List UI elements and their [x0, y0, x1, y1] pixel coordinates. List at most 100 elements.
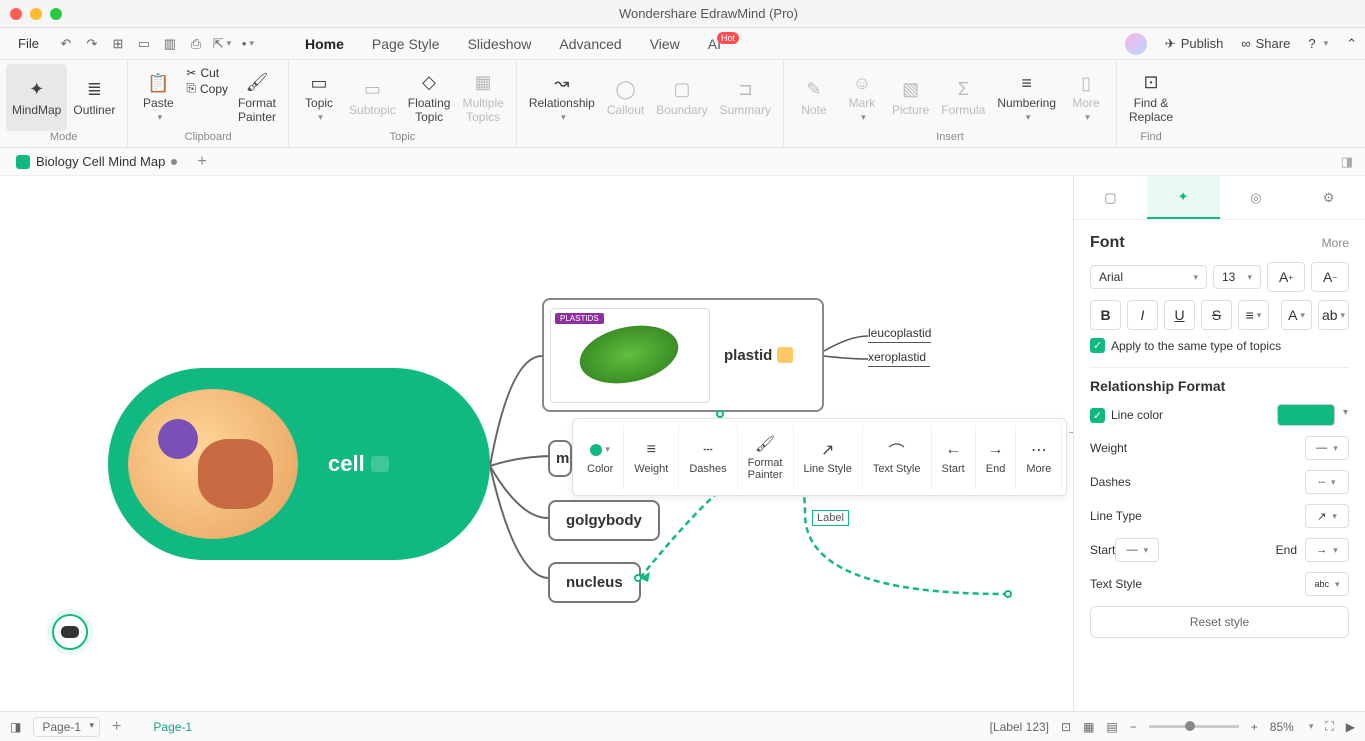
note-button[interactable]: ✎Note — [790, 64, 838, 131]
boundary-button[interactable]: ▢Boundary — [650, 64, 713, 131]
formula-button[interactable]: ΣFormula — [935, 64, 991, 131]
fit-width-icon[interactable]: ⊡ — [1061, 720, 1071, 734]
rp-tab-settings[interactable]: ⚙ — [1292, 176, 1365, 219]
collapse-ribbon-button[interactable]: ⌃ — [1346, 36, 1357, 52]
zoom-slider[interactable] — [1149, 725, 1239, 728]
node-m[interactable]: m — [548, 440, 572, 477]
ft-format-painter[interactable]: 🖌Format Painter — [738, 425, 794, 489]
avatar-icon[interactable] — [1125, 33, 1147, 55]
save-button[interactable]: ▥ — [161, 35, 179, 53]
tab-home[interactable]: Home — [291, 30, 358, 58]
document-tab[interactable]: Biology Cell Mind Map — [6, 151, 187, 172]
italic-button[interactable]: I — [1127, 300, 1158, 330]
ai-assistant-button[interactable] — [52, 614, 88, 650]
paste-button[interactable]: 📋Paste▾ — [134, 64, 182, 131]
share-button[interactable]: ∞Share — [1241, 36, 1290, 51]
ft-dashes[interactable]: ┄Dashes — [679, 425, 737, 489]
fit-page-icon[interactable]: ▦ — [1083, 720, 1094, 734]
strikethrough-button[interactable]: S — [1201, 300, 1232, 330]
linetype-select[interactable]: ↗▾ — [1305, 504, 1349, 528]
fit-all-icon[interactable]: ▤ — [1106, 720, 1117, 734]
maximize-window-button[interactable] — [50, 8, 62, 20]
active-page-label[interactable]: Page-1 — [153, 720, 192, 734]
undo-button[interactable]: ↶ — [57, 35, 75, 53]
tab-view[interactable]: View — [636, 30, 694, 58]
summary-button[interactable]: ⊐Summary — [714, 64, 777, 131]
leaf-xeroplastid[interactable]: xeroplastid — [868, 350, 930, 367]
fullscreen-button[interactable]: ⛶ — [1325, 719, 1333, 734]
mindmap-mode-button[interactable]: ✦MindMap — [6, 64, 67, 131]
weight-select[interactable]: —▾ — [1305, 436, 1349, 460]
multiple-topics-button[interactable]: ▦Multiple Topics — [456, 64, 509, 131]
close-window-button[interactable] — [10, 8, 22, 20]
node-plastid[interactable]: PLASTIDS plastid — [542, 298, 824, 412]
relationship-mid-handle[interactable] — [716, 410, 724, 418]
ft-color[interactable]: ▾Color — [577, 425, 624, 489]
copy-button[interactable]: ⎘Copy — [186, 81, 228, 96]
text-case-button[interactable]: ab▾ — [1318, 300, 1349, 330]
more-insert-button[interactable]: ▯More▾ — [1062, 64, 1110, 131]
presentation-button[interactable]: ▶ — [1346, 720, 1355, 734]
rp-tab-theme[interactable]: ◎ — [1220, 176, 1293, 219]
ft-end[interactable]: →End — [976, 425, 1017, 489]
help-button[interactable]: ?▾ — [1308, 36, 1328, 51]
end-arrow-select[interactable]: →▾ — [1305, 538, 1349, 562]
find-replace-button[interactable]: ⊡Find & Replace — [1123, 64, 1179, 131]
page-select[interactable]: Page-1 — [33, 717, 100, 737]
bold-button[interactable]: B — [1090, 300, 1121, 330]
minimize-window-button[interactable] — [30, 8, 42, 20]
more-qa-button[interactable]: •▾ — [239, 35, 257, 53]
numbering-button[interactable]: ≡Numbering▾ — [991, 64, 1062, 131]
tab-advanced[interactable]: Advanced — [545, 30, 635, 58]
zoom-in-button[interactable]: + — [1251, 720, 1258, 734]
new-button[interactable]: ⊞ — [109, 35, 127, 53]
ft-text-style[interactable]: ⌒Text Style — [863, 425, 932, 489]
add-page-button[interactable]: + — [112, 718, 121, 736]
outliner-mode-button[interactable]: ≣Outliner — [67, 64, 121, 131]
line-color-check[interactable]: ✓ — [1090, 408, 1105, 423]
file-menu[interactable]: File — [8, 32, 49, 55]
zoom-out-button[interactable]: − — [1130, 720, 1137, 734]
reset-style-button[interactable]: Reset style — [1090, 606, 1349, 638]
relationship-label[interactable]: Label — [812, 510, 849, 526]
increase-font-button[interactable]: A+ — [1267, 262, 1305, 292]
redo-button[interactable]: ↷ — [83, 35, 101, 53]
tab-page-style[interactable]: Page Style — [358, 30, 454, 58]
relationship-start-handle[interactable] — [634, 574, 642, 582]
rp-tab-style[interactable]: ✦ — [1147, 176, 1220, 219]
cut-button[interactable]: ✂Cut — [186, 66, 228, 80]
picture-button[interactable]: ▧Picture — [886, 64, 935, 131]
relationship-button[interactable]: ↝Relationship▾ — [523, 64, 601, 131]
line-color-swatch[interactable] — [1277, 404, 1335, 426]
page-list-icon[interactable]: ◨ — [10, 720, 21, 734]
publish-button[interactable]: ✈Publish — [1165, 36, 1224, 52]
center-node-cell[interactable]: cell — [108, 368, 490, 560]
callout-button[interactable]: ◯Callout — [601, 64, 650, 131]
font-size-select[interactable]: 13▾ — [1213, 265, 1261, 289]
canvas[interactable]: cell PLASTIDS plastid leucoplastid xerop… — [0, 176, 1073, 740]
leaf-leucoplastid[interactable]: leucoplastid — [868, 326, 931, 343]
apply-same-check[interactable]: ✓ Apply to the same type of topics — [1090, 338, 1349, 353]
underline-button[interactable]: U — [1164, 300, 1195, 330]
ft-weight[interactable]: ≡Weight — [624, 425, 679, 489]
align-button[interactable]: ≡▾ — [1238, 300, 1269, 330]
subtopic-button[interactable]: ▭Subtopic — [343, 64, 402, 131]
format-painter-button[interactable]: 🖌Format Painter — [232, 64, 282, 131]
tab-ai[interactable]: AIHot — [694, 30, 757, 58]
decrease-font-button[interactable]: A− — [1311, 262, 1349, 292]
ft-more[interactable]: ⋯More — [1016, 425, 1062, 489]
print-button[interactable]: ⎙ — [187, 35, 205, 53]
tab-slideshow[interactable]: Slideshow — [454, 30, 546, 58]
textstyle-select[interactable]: abc▾ — [1305, 572, 1349, 596]
floating-topic-button[interactable]: ◇Floating Topic — [402, 64, 457, 131]
font-family-select[interactable]: Arial▾ — [1090, 265, 1207, 289]
ft-start[interactable]: ←Start — [932, 425, 976, 489]
dashes-select[interactable]: ┄▾ — [1305, 470, 1349, 494]
pin-icon[interactable]: 📌 — [1067, 422, 1073, 445]
panel-toggle-button[interactable]: ◨ — [1341, 154, 1353, 170]
font-more[interactable]: More — [1322, 236, 1349, 250]
relationship-end-handle[interactable] — [1004, 590, 1012, 598]
rp-tab-topic[interactable]: ▢ — [1074, 176, 1147, 219]
topic-button[interactable]: ▭Topic▾ — [295, 64, 343, 131]
add-tab-button[interactable]: + — [197, 153, 206, 171]
